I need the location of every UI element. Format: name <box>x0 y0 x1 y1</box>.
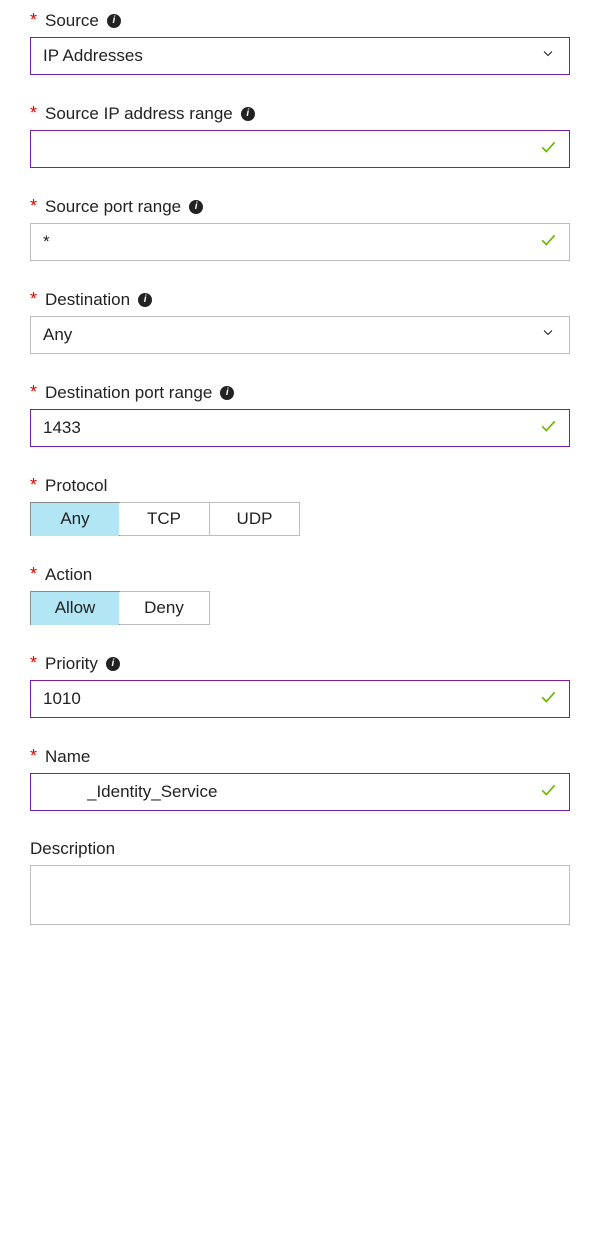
destination-port-range-input-wrap <box>30 409 570 447</box>
name-group: * Name <box>30 746 570 811</box>
source-ip-range-label-row: * Source IP address range i <box>30 103 570 124</box>
action-label-row: * Action <box>30 564 570 585</box>
info-icon[interactable]: i <box>106 657 120 671</box>
required-star: * <box>30 289 37 310</box>
source-select[interactable] <box>30 37 570 75</box>
description-group: Description <box>30 839 570 930</box>
source-ip-range-label: Source IP address range <box>45 104 233 124</box>
protocol-label-row: * Protocol <box>30 475 570 496</box>
name-label: Name <box>45 747 90 767</box>
protocol-option-any[interactable]: Any <box>30 502 120 536</box>
info-icon[interactable]: i <box>107 14 121 28</box>
source-group: * Source i <box>30 10 570 75</box>
destination-select[interactable] <box>30 316 570 354</box>
protocol-option-udp[interactable]: UDP <box>209 503 299 535</box>
destination-label-row: * Destination i <box>30 289 570 310</box>
destination-port-range-group: * Destination port range i <box>30 382 570 447</box>
source-ip-range-input[interactable] <box>30 130 570 168</box>
required-star: * <box>30 746 37 767</box>
action-toggle: AllowDeny <box>30 591 210 625</box>
description-label-row: Description <box>30 839 570 859</box>
name-label-row: * Name <box>30 746 570 767</box>
required-star: * <box>30 103 37 124</box>
source-port-range-label: Source port range <box>45 197 181 217</box>
required-star: * <box>30 653 37 674</box>
action-label: Action <box>45 565 92 585</box>
source-port-range-input[interactable] <box>30 223 570 261</box>
priority-input[interactable] <box>30 680 570 718</box>
source-port-range-group: * Source port range i <box>30 196 570 261</box>
source-label-row: * Source i <box>30 10 570 31</box>
destination-port-range-input[interactable] <box>30 409 570 447</box>
info-icon[interactable]: i <box>138 293 152 307</box>
required-star: * <box>30 10 37 31</box>
priority-label: Priority <box>45 654 98 674</box>
required-star: * <box>30 564 37 585</box>
protocol-label: Protocol <box>45 476 107 496</box>
required-star: * <box>30 475 37 496</box>
source-ip-range-group: * Source IP address range i <box>30 103 570 168</box>
protocol-option-tcp[interactable]: TCP <box>119 503 209 535</box>
info-icon[interactable]: i <box>241 107 255 121</box>
action-option-allow[interactable]: Allow <box>30 591 120 625</box>
source-ip-range-input-wrap <box>30 130 570 168</box>
priority-group: * Priority i <box>30 653 570 718</box>
priority-label-row: * Priority i <box>30 653 570 674</box>
info-icon[interactable]: i <box>189 200 203 214</box>
protocol-toggle: AnyTCPUDP <box>30 502 300 536</box>
description-label: Description <box>30 839 115 859</box>
destination-port-range-label: Destination port range <box>45 383 212 403</box>
name-input[interactable] <box>30 773 570 811</box>
source-select-wrap <box>30 37 570 75</box>
destination-port-range-label-row: * Destination port range i <box>30 382 570 403</box>
action-option-deny[interactable]: Deny <box>119 592 209 624</box>
destination-select-wrap <box>30 316 570 354</box>
source-port-range-input-wrap <box>30 223 570 261</box>
source-port-range-label-row: * Source port range i <box>30 196 570 217</box>
info-icon[interactable]: i <box>220 386 234 400</box>
destination-group: * Destination i <box>30 289 570 354</box>
protocol-group: * Protocol AnyTCPUDP <box>30 475 570 536</box>
description-input[interactable] <box>30 865 570 925</box>
name-input-wrap <box>30 773 570 811</box>
destination-label: Destination <box>45 290 130 310</box>
required-star: * <box>30 382 37 403</box>
action-group: * Action AllowDeny <box>30 564 570 625</box>
source-label: Source <box>45 11 99 31</box>
required-star: * <box>30 196 37 217</box>
priority-input-wrap <box>30 680 570 718</box>
